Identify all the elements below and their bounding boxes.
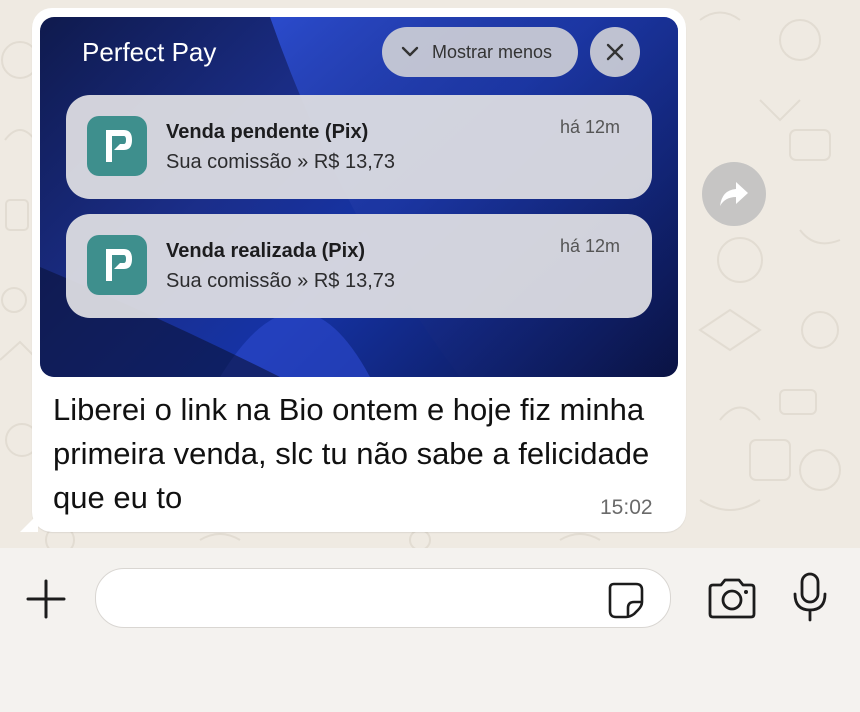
notification-body: Sua comissão » R$ 13,73 bbox=[166, 151, 396, 173]
notification-card[interactable]: Venda pendente (Pix) Sua comissão » R$ 1… bbox=[66, 95, 652, 199]
chevron-down-icon bbox=[401, 46, 419, 57]
close-icon bbox=[606, 43, 624, 61]
show-less-label: Mostrar menos bbox=[432, 41, 553, 62]
show-less-button[interactable]: Mostrar menos bbox=[382, 27, 578, 77]
notification-title: Venda realizada (Pix) bbox=[166, 240, 365, 262]
message-input-field[interactable] bbox=[95, 568, 671, 628]
bubble-tail bbox=[20, 514, 38, 532]
message-image[interactable]: Perfect Pay Mostrar menos Venda pendente… bbox=[40, 17, 678, 377]
forward-button[interactable] bbox=[702, 162, 766, 226]
perfect-pay-logo bbox=[87, 116, 147, 176]
message-timestamp: 15:02 bbox=[600, 496, 653, 519]
camera-icon[interactable] bbox=[706, 576, 758, 620]
notification-time: há 12m bbox=[559, 117, 620, 137]
perfect-pay-logo bbox=[87, 235, 147, 295]
notification-card[interactable]: Venda realizada (Pix) Sua comissão » R$ … bbox=[66, 214, 652, 318]
notification-time: há 12m bbox=[559, 236, 620, 256]
close-notifications-button[interactable] bbox=[590, 27, 640, 77]
notification-group-title: Perfect Pay bbox=[82, 37, 217, 67]
message-text: Liberei o link na Bio ontem e hoje fiz m… bbox=[53, 392, 650, 515]
notification-body: Sua comissão » R$ 13,73 bbox=[166, 270, 396, 292]
notification-title: Venda pendente (Pix) bbox=[166, 121, 369, 143]
forward-icon bbox=[720, 182, 748, 206]
plus-icon[interactable] bbox=[24, 577, 68, 621]
microphone-icon[interactable] bbox=[790, 572, 830, 622]
message-input[interactable] bbox=[118, 581, 602, 617]
sticker-icon[interactable] bbox=[606, 580, 646, 620]
